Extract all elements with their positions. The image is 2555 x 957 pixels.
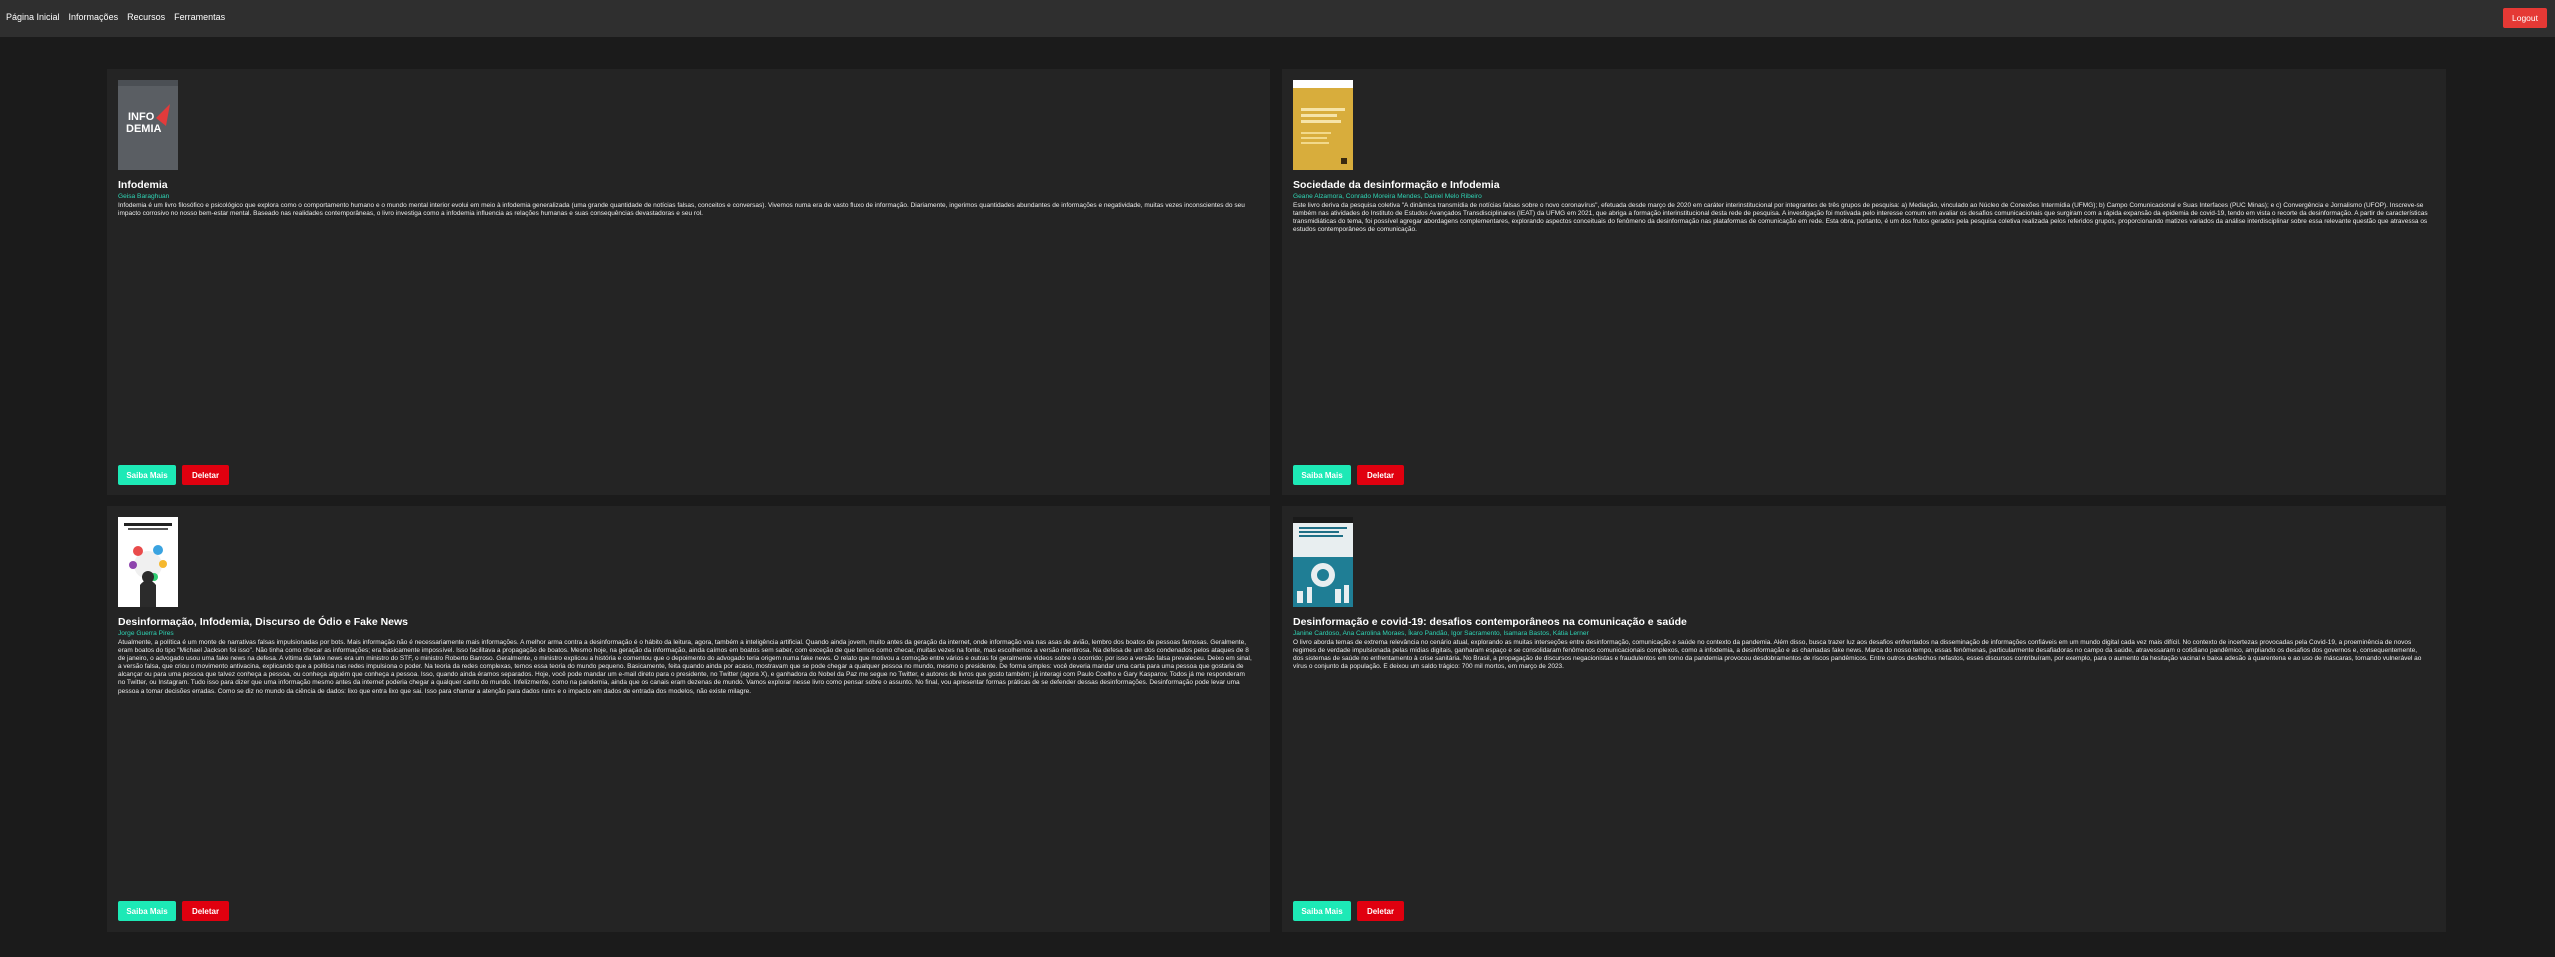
logout-button[interactable]: Logout: [2503, 8, 2547, 28]
delete-button[interactable]: Deletar: [182, 465, 229, 485]
book-title: Infodemia: [118, 179, 168, 191]
delete-button[interactable]: Deletar: [1357, 465, 1404, 485]
book-authors: Jorge Guerra Pires: [118, 630, 174, 637]
nav-link-tools[interactable]: Ferramentas: [174, 12, 225, 22]
book-cover-image[interactable]: [118, 517, 178, 607]
book-description: O livro aborda temas de extrema relevânc…: [1293, 639, 2422, 671]
saiba-mais-button[interactable]: Saiba Mais: [118, 465, 176, 485]
book-authors: Geisa Baraghuan: [118, 193, 170, 200]
svg-text:INFO: INFO: [128, 111, 155, 123]
book-card: Desinformação, Infodemia, Discurso de Ód…: [107, 506, 1270, 932]
book-description: Este livro deriva da pesquisa coletiva "…: [1293, 202, 2428, 234]
book-title: Desinformação e covid-19: desafios conte…: [1293, 616, 1687, 628]
saiba-mais-button[interactable]: Saiba Mais: [1293, 465, 1351, 485]
cover-art: [1293, 80, 1353, 170]
book-cover-image[interactable]: [1293, 80, 1353, 170]
book-title: Desinformação, Infodemia, Discurso de Ód…: [118, 616, 409, 628]
book-card: Desinformação e covid-19: desafios conte…: [1282, 506, 2446, 932]
book-title: Sociedade da desinformação e Infodemia: [1293, 179, 1500, 191]
book-authors: Janine Cardoso, Ana Carolina Moraes, Íka…: [1293, 630, 1589, 637]
nav-link-home[interactable]: Página Inicial: [6, 12, 60, 22]
delete-button[interactable]: Deletar: [1357, 901, 1404, 921]
nav-links: Página Inicial Informações Recursos Ferr…: [6, 12, 225, 22]
cover-art: [1293, 517, 1353, 607]
cover-art: INFO DEMIA: [118, 80, 178, 170]
saiba-mais-button[interactable]: Saiba Mais: [118, 901, 176, 921]
navbar: Página Inicial Informações Recursos Ferr…: [0, 0, 2555, 37]
book-card: Sociedade da desinformação e Infodemia G…: [1282, 69, 2446, 495]
book-description: Infodemia é um livro filosófico e psicol…: [118, 202, 1245, 218]
saiba-mais-button[interactable]: Saiba Mais: [1293, 901, 1351, 921]
nav-link-info[interactable]: Informações: [69, 12, 119, 22]
cover-art: [118, 517, 178, 607]
delete-button[interactable]: Deletar: [182, 901, 229, 921]
book-cover-image[interactable]: INFO DEMIA: [118, 80, 178, 170]
book-authors: Geane Alzamora, Conrado Moreira Mendes, …: [1293, 193, 1482, 200]
svg-text:DEMIA: DEMIA: [126, 123, 162, 135]
book-description: Atualmente, a política é um monte de nar…: [118, 639, 1252, 695]
book-card: INFO DEMIA Infodemia Geisa Baraghuan Inf…: [107, 69, 1270, 495]
nav-link-resources[interactable]: Recursos: [127, 12, 165, 22]
book-cover-image[interactable]: [1293, 517, 1353, 607]
